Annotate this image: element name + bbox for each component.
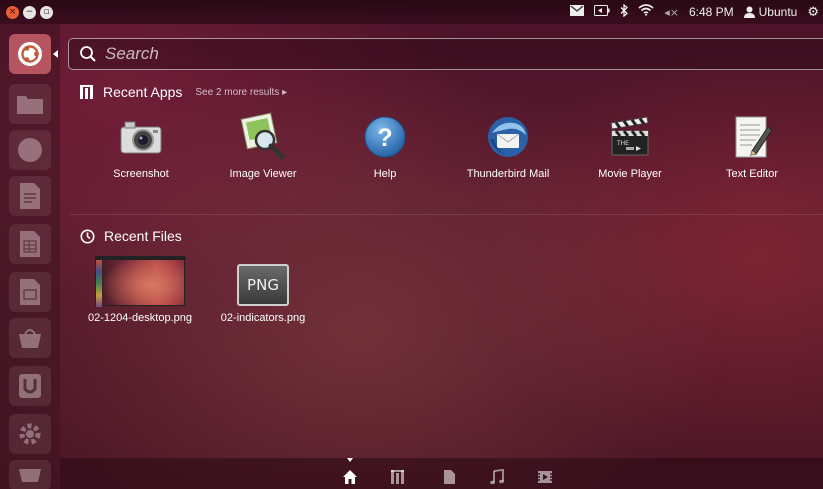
svg-text:THE: THE [616, 140, 629, 147]
app-tile-thunderbird[interactable]: Thunderbird Mail [448, 110, 568, 190]
desktop-background [0, 0, 823, 489]
camera-icon [114, 110, 168, 164]
indicator-area: ◂× 6:48 PM Ubuntu ⚙ [570, 0, 819, 24]
volume-muted-icon[interactable]: ◂× [664, 6, 679, 19]
software-center-icon[interactable] [9, 318, 51, 358]
user-name: Ubuntu [758, 5, 798, 19]
file-label: 02-1204-desktop.png [88, 312, 192, 324]
file-tile-desktop-png[interactable]: 02-1204-desktop.png [75, 256, 205, 328]
clock-icon [80, 229, 95, 243]
user-menu[interactable]: Ubuntu [743, 5, 798, 19]
launcher [0, 24, 60, 489]
window-controls: × − ▫ [6, 5, 53, 19]
bluetooth-icon[interactable] [620, 3, 629, 21]
files-icon[interactable] [9, 84, 51, 124]
active-lens-indicator [347, 458, 353, 462]
system-settings-icon[interactable] [9, 414, 51, 454]
file-tile-indicators-png[interactable]: PNG 02-indicators.png [198, 256, 328, 328]
trash-icon[interactable] [9, 460, 51, 489]
see-more-results-link[interactable]: See 2 more results ▸ [195, 87, 287, 98]
recent-files-header[interactable]: Recent Files [80, 228, 182, 244]
app-tile-movie-player[interactable]: THE Movie Player [570, 110, 690, 190]
app-label: Image Viewer [229, 168, 297, 180]
battery-icon[interactable] [594, 4, 610, 20]
recent-apps-header[interactable]: Recent Apps See 2 more results ▸ [80, 84, 287, 100]
png-badge-text: PNG [247, 276, 279, 294]
svg-text:?: ? [377, 124, 392, 152]
user-icon [743, 6, 755, 18]
app-tile-text-editor[interactable]: Text Editor [692, 110, 812, 190]
applications-lens-icon[interactable] [389, 468, 407, 486]
maximize-button[interactable]: ▫ [40, 5, 53, 19]
app-tile-screenshot[interactable]: Screenshot [81, 110, 201, 190]
image-viewer-icon [236, 110, 290, 164]
applications-category-icon [80, 85, 93, 99]
app-label: Text Editor [726, 168, 778, 180]
png-file-icon: PNG [237, 264, 289, 306]
calc-icon[interactable] [9, 224, 51, 264]
top-panel: × − ▫ ◂× 6:48 PM Ubuntu ⚙ [0, 0, 823, 24]
clock[interactable]: 6:48 PM [689, 5, 734, 19]
recent-apps-title: Recent Apps [103, 84, 183, 100]
search-input[interactable] [105, 44, 705, 64]
search-box[interactable] [68, 38, 823, 70]
app-label: Help [373, 168, 397, 180]
close-button[interactable]: × [6, 5, 19, 19]
file-label: 02-indicators.png [220, 312, 306, 324]
minimize-button[interactable]: − [23, 5, 36, 19]
mail-icon[interactable] [570, 4, 585, 20]
text-editor-icon [725, 110, 779, 164]
app-label: Thunderbird Mail [466, 168, 550, 180]
help-icon: ? [358, 110, 412, 164]
writer-icon[interactable] [9, 176, 51, 216]
app-label: Screenshot [113, 168, 169, 180]
firefox-icon[interactable] [9, 130, 51, 170]
app-tile-image-viewer[interactable]: Image Viewer [203, 110, 323, 190]
app-label: Movie Player [598, 168, 662, 180]
app-tile-help[interactable]: ? Help [325, 110, 445, 190]
launcher-active-pip [53, 50, 58, 58]
thunderbird-icon [481, 110, 535, 164]
movie-player-icon: THE [603, 110, 657, 164]
video-lens-icon[interactable] [536, 468, 554, 486]
music-lens-icon[interactable] [487, 468, 505, 486]
gear-icon[interactable]: ⚙ [807, 5, 819, 20]
home-lens-icon[interactable] [341, 468, 359, 486]
section-divider [70, 214, 823, 215]
wifi-icon[interactable] [638, 4, 654, 20]
lens-bar [60, 458, 823, 489]
search-icon [80, 46, 96, 62]
recent-files-title: Recent Files [104, 228, 182, 244]
impress-icon[interactable] [9, 272, 51, 312]
ubuntu-one-icon[interactable] [9, 366, 51, 406]
desktop-thumbnail [95, 256, 186, 307]
dash-home-icon[interactable] [9, 34, 51, 74]
files-lens-icon[interactable] [440, 468, 458, 486]
